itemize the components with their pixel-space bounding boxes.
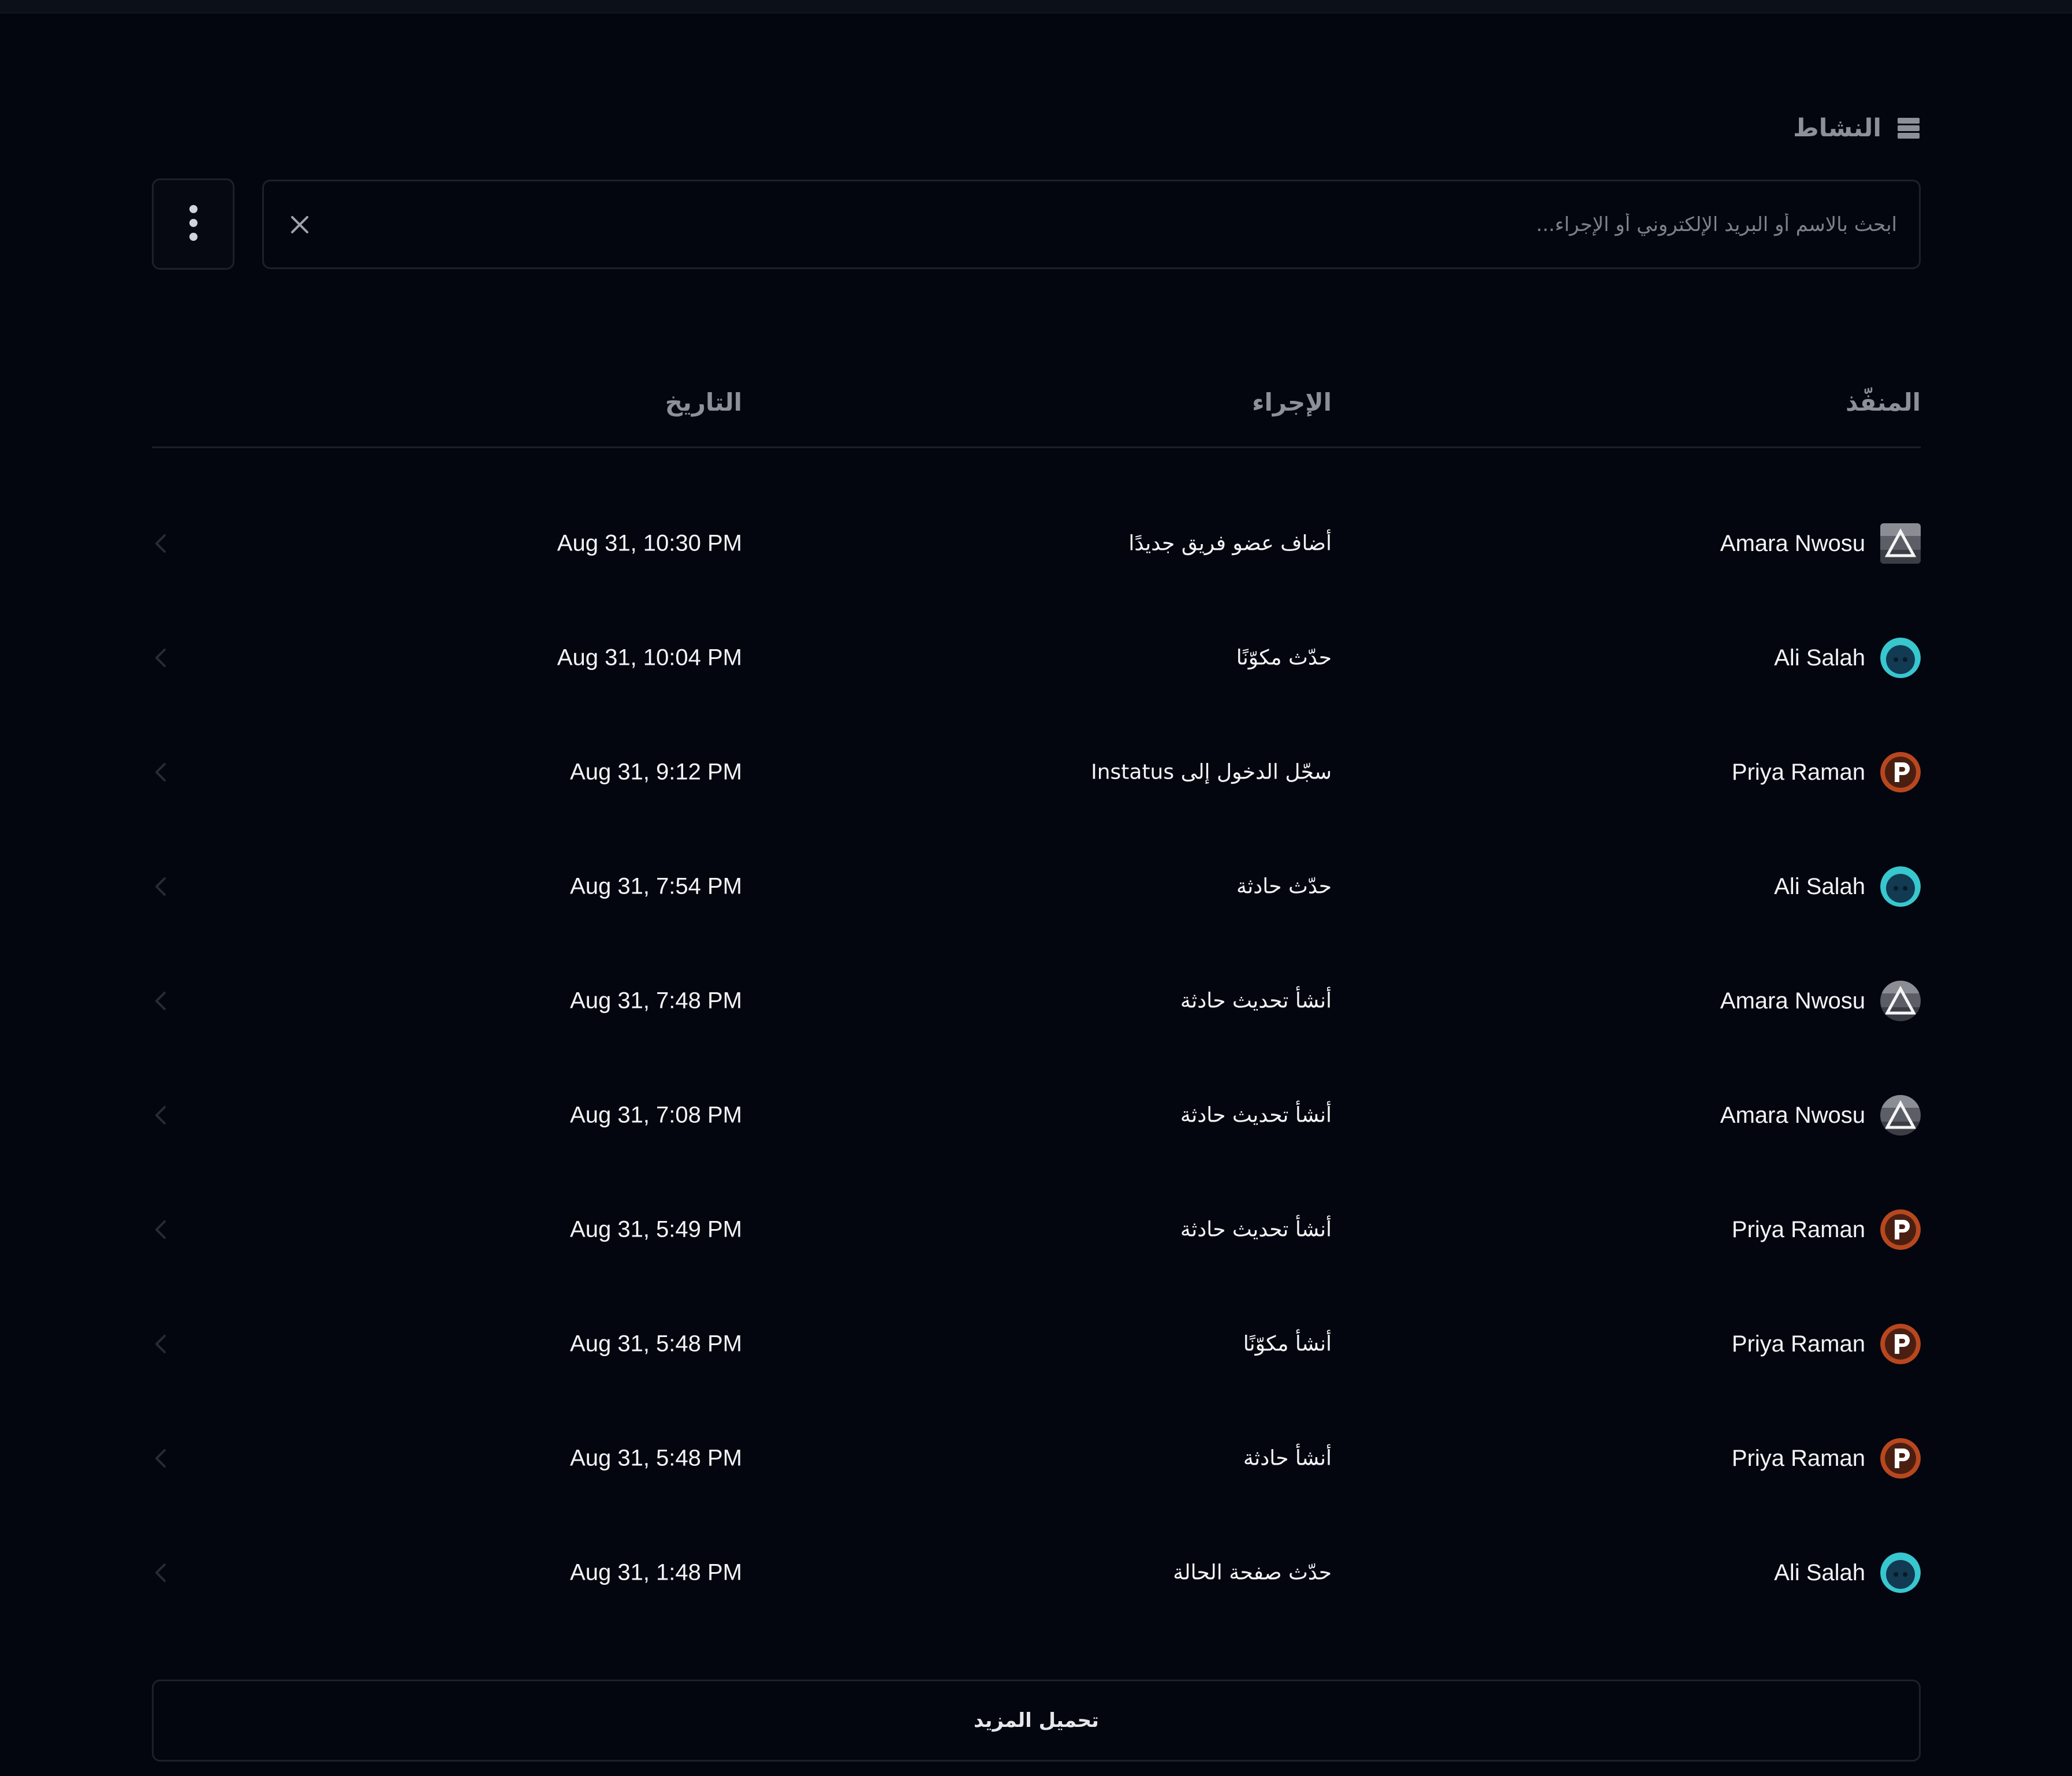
actor-name: Ali Salah — [1774, 645, 1865, 671]
search-input[interactable] — [327, 181, 1898, 267]
action-text: سجّل الدخول إلى Instatus — [1091, 760, 1332, 784]
chevron-left-icon[interactable] — [152, 989, 169, 1012]
avatar — [1880, 981, 1921, 1021]
top-bar — [0, 0, 2072, 13]
table-row[interactable]: Ali Salah حدّث حادثة Aug 31, 7:54 PM — [152, 829, 1921, 944]
avatar — [1880, 1324, 1921, 1364]
chevron-left-icon[interactable] — [152, 646, 169, 669]
table-header: المنفّذ الإجراء التاريخ — [152, 371, 1921, 448]
search-box — [262, 180, 1921, 269]
page-title: النشاط — [1793, 114, 1881, 142]
actor-cell: Ali Salah — [1774, 866, 1921, 907]
actor-name: Amara Nwosu — [1720, 988, 1865, 1014]
avatar — [1880, 1095, 1921, 1135]
action-text: أضاف عضو فريق جديدًا — [1128, 531, 1332, 556]
action-text: أنشأ مكوّنًا — [1243, 1332, 1332, 1356]
action-text: حدّث مكوّنًا — [1236, 646, 1332, 670]
date-text: Aug 31, 1:48 PM — [570, 1559, 742, 1585]
table-row[interactable]: Ali Salah حدّث صفحة الحالة Aug 31, 1:48 PM — [152, 1516, 1921, 1630]
action-text: أنشأ تحديث حادثة — [1180, 1103, 1332, 1127]
actor-cell: Amara Nwosu — [1720, 981, 1921, 1021]
avatar — [1880, 1552, 1921, 1593]
table-row[interactable]: Amara Nwosu أضاف عضو فريق جديدًا Aug 31, 1… — [152, 486, 1921, 601]
actor-cell: Amara Nwosu — [1720, 1095, 1921, 1135]
actor-name: Ali Salah — [1774, 1559, 1865, 1585]
table-row[interactable]: Priya Raman سجّل الدخول إلى Instatus Aug 3… — [152, 715, 1921, 829]
actor-name: Amara Nwosu — [1720, 530, 1865, 556]
actor-name: Priya Raman — [1731, 1216, 1865, 1242]
more-vertical-icon — [188, 204, 199, 244]
date-text: Aug 31, 7:48 PM — [570, 988, 742, 1014]
table-row[interactable]: Amara Nwosu أنشأ تحديث حادثة Aug 31, 7:48 … — [152, 944, 1921, 1058]
date-text: Aug 31, 5:49 PM — [570, 1216, 742, 1242]
actor-cell: Priya Raman — [1732, 1324, 1921, 1364]
action-text: أنشأ تحديث حادثة — [1180, 989, 1332, 1013]
avatar — [1880, 752, 1921, 792]
date-text: Aug 31, 10:04 PM — [557, 645, 742, 671]
more-options-button[interactable] — [152, 178, 234, 270]
actor-cell: Amara Nwosu — [1720, 523, 1921, 564]
avatar — [1880, 1438, 1921, 1479]
load-more-button[interactable]: تحميل المزيد — [152, 1680, 1921, 1762]
chevron-left-icon[interactable] — [152, 1332, 169, 1356]
chevron-left-icon[interactable] — [152, 1104, 169, 1127]
table-row[interactable]: Ali Salah حدّث مكوّنًا Aug 31, 10:04 PM — [152, 601, 1921, 715]
activity-table-body: Amara Nwosu أضاف عضو فريق جديدًا Aug 31, 1… — [152, 486, 1921, 1630]
actor-cell: Priya Raman — [1732, 1438, 1921, 1479]
column-header-action[interactable]: الإجراء — [1252, 388, 1332, 416]
actor-cell: Priya Raman — [1732, 1209, 1921, 1250]
date-text: Aug 31, 9:12 PM — [570, 759, 742, 785]
actor-name: Ali Salah — [1774, 873, 1865, 899]
date-text: Aug 31, 5:48 PM — [570, 1331, 742, 1357]
chevron-left-icon[interactable] — [152, 875, 169, 898]
chevron-left-icon[interactable] — [152, 1561, 169, 1584]
column-header-date[interactable]: التاريخ — [665, 388, 742, 416]
actor-name: Priya Raman — [1731, 759, 1865, 785]
table-row[interactable]: Priya Raman أنشأ مكوّنًا Aug 31, 5:48 PM — [152, 1287, 1921, 1401]
chevron-left-icon[interactable] — [152, 532, 169, 555]
avatar — [1880, 866, 1921, 907]
actor-name: Priya Raman — [1731, 1445, 1865, 1471]
close-icon[interactable] — [284, 208, 316, 241]
actor-cell: Ali Salah — [1774, 1552, 1921, 1593]
table-row[interactable]: Priya Raman أنشأ حادثة Aug 31, 5:48 PM — [152, 1401, 1921, 1516]
action-text: أنشأ حادثة — [1243, 1446, 1332, 1470]
chevron-left-icon[interactable] — [152, 1447, 169, 1470]
activity-list-icon — [1896, 116, 1921, 140]
actor-cell: Priya Raman — [1732, 752, 1921, 792]
date-text: Aug 31, 7:54 PM — [570, 873, 742, 899]
actor-cell: Ali Salah — [1774, 638, 1921, 678]
column-header-actor[interactable]: المنفّذ — [1846, 388, 1921, 416]
date-text: Aug 31, 10:30 PM — [557, 530, 742, 556]
avatar — [1880, 638, 1921, 678]
actor-name: Priya Raman — [1731, 1331, 1865, 1357]
action-text: حدّث حادثة — [1236, 874, 1332, 899]
avatar — [1880, 1209, 1921, 1250]
table-row[interactable]: Priya Raman أنشأ تحديث حادثة Aug 31, 5:49 … — [152, 1172, 1921, 1287]
date-text: Aug 31, 7:08 PM — [570, 1102, 742, 1128]
chevron-left-icon[interactable] — [152, 761, 169, 784]
avatar — [1880, 523, 1921, 564]
table-row[interactable]: Amara Nwosu أنشأ تحديث حادثة Aug 31, 7:08 … — [152, 1058, 1921, 1172]
action-text: أنشأ تحديث حادثة — [1180, 1217, 1332, 1242]
actor-name: Amara Nwosu — [1720, 1102, 1865, 1128]
chevron-left-icon[interactable] — [152, 1218, 169, 1241]
action-text: حدّث صفحة الحالة — [1173, 1561, 1332, 1585]
page-header: النشاط — [1793, 99, 1921, 157]
date-text: Aug 31, 5:48 PM — [570, 1445, 742, 1471]
